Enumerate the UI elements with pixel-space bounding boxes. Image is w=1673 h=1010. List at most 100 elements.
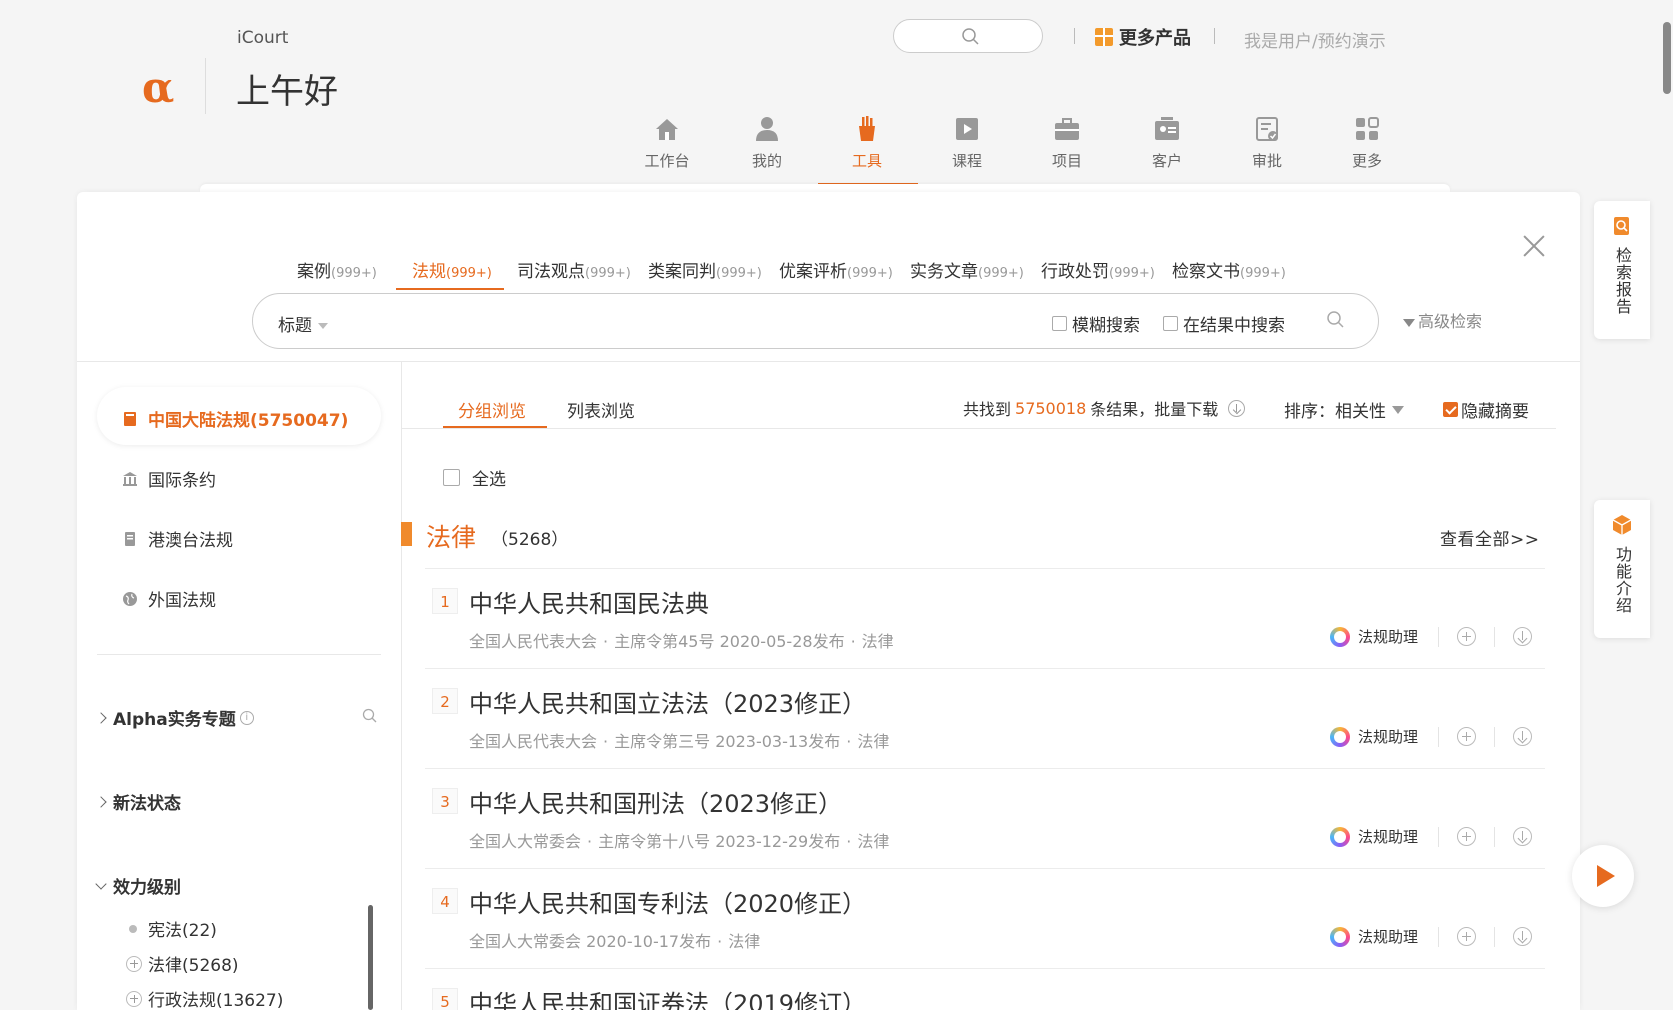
- nav-label: 工具: [851, 152, 882, 170]
- add-icon[interactable]: [1457, 927, 1477, 946]
- search-icon[interactable]: [362, 708, 378, 724]
- nav-label: 项目: [1051, 152, 1082, 170]
- ai-assistant-icon: [1330, 726, 1350, 747]
- level-constitution[interactable]: 宪法(22): [126, 916, 217, 941]
- caret-down-icon: [1392, 405, 1404, 414]
- search-in-results-checkbox[interactable]: 在结果中搜索: [1163, 311, 1285, 336]
- advanced-search-link[interactable]: 高级检索: [1403, 308, 1482, 332]
- sidebar-item-foreign[interactable]: 外国法规: [122, 586, 216, 611]
- nav-client[interactable]: 客户: [1117, 114, 1217, 171]
- more-products-button[interactable]: 更多产品: [1095, 24, 1191, 50]
- divider: [97, 654, 381, 655]
- play-video-button[interactable]: [1572, 845, 1634, 907]
- nav-mine[interactable]: 我的: [717, 114, 817, 171]
- nav-label: 课程: [951, 152, 982, 170]
- legal-assistant-button[interactable]: 法规助理: [1330, 726, 1533, 747]
- search-icon: [962, 28, 979, 45]
- user-demo-link[interactable]: 我是用户/预约演示: [1244, 27, 1386, 52]
- hide-summary-checkbox[interactable]: 隐藏摘要: [1443, 397, 1529, 422]
- alpha-topics-toggle[interactable]: Alpha实务专题 i: [95, 705, 254, 730]
- expand-plus-icon[interactable]: [126, 990, 142, 1007]
- new-law-status-toggle[interactable]: 新法状态: [95, 789, 181, 814]
- result-title-link[interactable]: 中华人民共和国专利法（2020修正）: [469, 884, 866, 919]
- nav-tools[interactable]: 工具: [817, 114, 917, 171]
- row-number: 3: [432, 788, 458, 814]
- tab-regulations[interactable]: 法规(999+): [412, 257, 492, 282]
- download-icon[interactable]: [1513, 827, 1533, 846]
- info-icon[interactable]: i: [239, 710, 254, 725]
- checkbox[interactable]: [443, 469, 460, 486]
- search-icon[interactable]: [1326, 310, 1346, 330]
- legal-assistant-button[interactable]: 法规助理: [1330, 926, 1533, 947]
- tab-cases[interactable]: 案例(999+): [297, 257, 377, 282]
- row-number: 1: [432, 588, 458, 614]
- sidebar-scrollbar[interactable]: [368, 905, 373, 1010]
- caret-down-icon: [1403, 318, 1415, 327]
- tab-judicial-views[interactable]: 司法观点(999+): [517, 257, 631, 282]
- level-admin-regulations[interactable]: 行政法规(13627): [126, 986, 283, 1010]
- top-search-input[interactable]: [893, 19, 1043, 53]
- home-icon: [656, 119, 678, 140]
- tab-procuratorate-docs[interactable]: 检察文书(999+): [1172, 257, 1286, 282]
- ai-assistant-icon: [1330, 826, 1350, 847]
- group-title: 法律: [426, 523, 477, 552]
- add-icon[interactable]: [1457, 727, 1477, 746]
- nav-label: 审批: [1251, 152, 1282, 170]
- checkbox[interactable]: [1163, 316, 1178, 331]
- divider: [425, 968, 1545, 969]
- result-title-link[interactable]: 中华人民共和国证券法（2019修订）: [469, 984, 866, 1010]
- checkbox[interactable]: [1052, 316, 1067, 331]
- nav-approval[interactable]: 审批: [1217, 114, 1317, 171]
- page-scrollbar-thumb[interactable]: [1663, 22, 1671, 94]
- category-active-indicator: [396, 288, 504, 290]
- sidebar-item-hk-macau-tw[interactable]: 港澳台法规: [122, 526, 233, 551]
- result-title-link[interactable]: 中华人民共和国民法典: [469, 584, 709, 619]
- brand-divider: [205, 58, 206, 114]
- nav-project[interactable]: 项目: [1017, 114, 1117, 171]
- alpha-logo[interactable]: α: [142, 66, 186, 110]
- tab-list-view[interactable]: 列表浏览: [567, 397, 635, 422]
- search-report-button[interactable]: 检索报告: [1594, 201, 1650, 339]
- sort-select[interactable]: 排序：相关性: [1284, 397, 1404, 422]
- tab-practice-articles[interactable]: 实务文章(999+): [910, 257, 1024, 282]
- panel-stack-edge: [200, 184, 1450, 192]
- download-icon[interactable]: [1513, 927, 1533, 946]
- group-marker: [401, 522, 412, 546]
- download-icon[interactable]: [1513, 627, 1533, 646]
- nav-course[interactable]: 课程: [917, 114, 1017, 171]
- select-all-checkbox[interactable]: 全选: [443, 465, 506, 490]
- view-all-link[interactable]: 查看全部>>: [1440, 525, 1540, 550]
- feature-intro-button[interactable]: 功能介绍: [1594, 500, 1650, 638]
- group-count: （5268）: [491, 530, 569, 550]
- tab-similar-cases[interactable]: 类案同判(999+): [648, 257, 762, 282]
- nav-workbench[interactable]: 工作台: [617, 114, 717, 171]
- nav-more[interactable]: 更多: [1317, 114, 1417, 171]
- checkbox-checked[interactable]: [1443, 402, 1458, 417]
- level-law[interactable]: 法律(5268): [126, 951, 239, 976]
- ai-assistant-icon: [1330, 626, 1350, 647]
- fuzzy-search-checkbox[interactable]: 模糊搜索: [1052, 311, 1140, 336]
- tab-case-reviews[interactable]: 优案评析(999+): [779, 257, 893, 282]
- result-title-link[interactable]: 中华人民共和国刑法（2023修正）: [469, 784, 842, 819]
- tab-group-view[interactable]: 分组浏览: [458, 397, 526, 422]
- result-title-link[interactable]: 中华人民共和国立法法（2023修正）: [469, 684, 866, 719]
- sidebar-item-mainland[interactable]: 中国大陆法规(5750047): [122, 406, 348, 431]
- search-field-select[interactable]: 标题: [278, 311, 328, 336]
- brand-name: iCourt: [237, 28, 289, 48]
- page-scrollbar-track[interactable]: [1659, 0, 1673, 1010]
- legal-assistant-button[interactable]: 法规助理: [1330, 826, 1533, 847]
- tab-admin-penalties[interactable]: 行政处罚(999+): [1041, 257, 1155, 282]
- download-icon[interactable]: [1513, 727, 1533, 746]
- sidebar-item-treaties[interactable]: 国际条约: [122, 466, 216, 491]
- batch-download-icon[interactable]: [1228, 399, 1246, 417]
- add-icon[interactable]: [1457, 627, 1477, 646]
- result-meta: 全国人大常委会 2020-10-17发布 · 法律: [469, 932, 761, 951]
- close-icon[interactable]: [1522, 234, 1546, 258]
- add-icon[interactable]: [1457, 827, 1477, 846]
- row-number: 4: [432, 888, 458, 914]
- cube-icon: [1612, 515, 1632, 535]
- legal-assistant-button[interactable]: 法规助理: [1330, 626, 1533, 647]
- expand-plus-icon[interactable]: [126, 955, 142, 972]
- effect-level-toggle[interactable]: 效力级别: [95, 873, 181, 898]
- divider: [425, 568, 1545, 569]
